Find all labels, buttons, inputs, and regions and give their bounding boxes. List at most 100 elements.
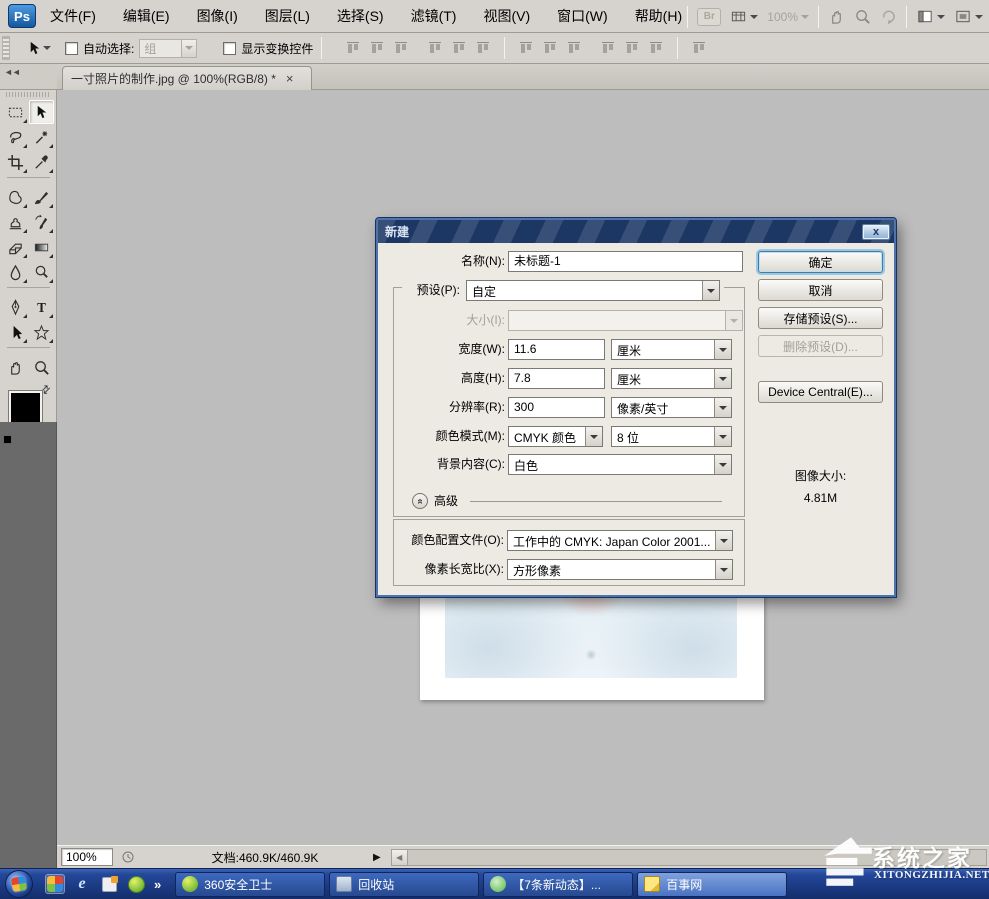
auto-select-checkbox[interactable] <box>65 42 78 55</box>
lasso-tool-button[interactable] <box>3 125 28 149</box>
resolution-unit-select[interactable]: 像素/英寸 <box>611 397 732 418</box>
task-button-7条新动态[interactable]: 【7条新动态】... <box>483 872 633 897</box>
current-tool-button[interactable] <box>26 40 51 57</box>
scroll-left-icon[interactable]: ◀ <box>392 850 408 865</box>
crop-tool-button[interactable] <box>3 150 28 174</box>
menu-select[interactable]: 选择(S) <box>337 6 384 26</box>
menu-window[interactable]: 窗口(W) <box>557 6 608 26</box>
menu-view[interactable]: 视图(V) <box>483 6 530 26</box>
rect-marquee-icon <box>7 104 24 121</box>
i360s <box>182 876 198 892</box>
align-horizontal-center-button <box>448 37 470 59</box>
menu-edit[interactable]: 编辑(E) <box>123 6 170 26</box>
bit-depth-select[interactable]: 8 位 <box>611 426 732 447</box>
name-label: 名称(N): <box>398 251 505 272</box>
height-input[interactable]: 7.8 <box>508 368 605 389</box>
workspace-button[interactable] <box>916 8 945 25</box>
pixel-aspect-select[interactable]: 方形像素 <box>507 559 733 580</box>
menu-layer[interactable]: 图层(L) <box>265 6 310 26</box>
messenger-icon[interactable] <box>99 874 119 894</box>
task-button-360安全卫士[interactable]: 360安全卫士 <box>175 872 325 897</box>
background-contents-select[interactable]: 白色 <box>508 454 732 475</box>
extras-button[interactable] <box>730 8 758 25</box>
tab-close-icon[interactable]: × <box>286 72 294 85</box>
align-right-button <box>472 37 494 59</box>
preset-select[interactable]: 自定 <box>466 280 720 301</box>
ie-icon[interactable]: e <box>72 874 92 894</box>
dialog-title: 新建 <box>385 223 862 240</box>
pen-tool-button[interactable] <box>3 295 28 319</box>
name-input[interactable]: 未标题-1 <box>508 251 743 272</box>
ok-button[interactable]: 确定 <box>758 251 883 273</box>
menu-image[interactable]: 图像(I) <box>197 6 238 26</box>
options-bar-grip[interactable] <box>2 36 10 60</box>
move-tool-button[interactable] <box>29 100 54 124</box>
divider <box>7 177 50 182</box>
menu-file[interactable]: 文件(F) <box>50 6 96 26</box>
type-tool-button[interactable]: T <box>29 295 54 319</box>
brush-tool-button[interactable] <box>29 185 54 209</box>
width-unit-select[interactable]: 厘米 <box>611 339 732 360</box>
horizontal-scrollbar[interactable]: ◀ <box>391 849 987 866</box>
rect-marquee-tool-button[interactable] <box>3 100 28 124</box>
toolbox: T ⇄ <box>0 90 57 422</box>
menu-help[interactable]: 帮助(H) <box>635 6 682 26</box>
resolution-input[interactable]: 300 <box>508 397 605 418</box>
360-desktop-icon[interactable] <box>45 874 65 894</box>
blur-tool-button[interactable] <box>3 260 28 284</box>
hand-icon[interactable] <box>828 8 845 25</box>
start-button[interactable] <box>5 870 33 898</box>
eraser-tool-button[interactable] <box>3 235 28 259</box>
color-profile-select[interactable]: 工作中的 CMYK: Japan Color 2001... <box>507 530 733 551</box>
task-button-百事网[interactable]: 百事网 <box>637 872 787 897</box>
eyedropper-tool-button[interactable] <box>29 150 54 174</box>
delete-preset-button: 删除预设(D)... <box>758 335 883 357</box>
height-unit-select[interactable]: 厘米 <box>611 368 732 389</box>
custom-shape-tool-button[interactable] <box>29 320 54 344</box>
dialog-title-bar[interactable]: 新建 x <box>378 220 894 243</box>
path-selection-tool-button[interactable] <box>3 320 28 344</box>
dodge-tool-button[interactable] <box>29 260 54 284</box>
spot-healing-tool-button[interactable] <box>3 185 28 209</box>
zoom-level-input[interactable]: 100% <box>61 848 113 866</box>
width-input[interactable]: 11.6 <box>508 339 605 360</box>
magic-wand-icon <box>33 129 50 146</box>
zoom-tool-button[interactable] <box>29 355 54 379</box>
divider <box>687 6 688 28</box>
magic-wand-tool-button[interactable] <box>29 125 54 149</box>
task-button-回收站[interactable]: 回收站 <box>329 872 479 897</box>
dialog-close-button[interactable]: x <box>862 224 890 240</box>
spot-healing-icon <box>7 189 24 206</box>
color-mode-select[interactable]: CMYK 颜色 <box>508 426 603 447</box>
save-preset-button[interactable]: 存储预设(S)... <box>758 307 883 329</box>
menu-filter[interactable]: 滤镜(T) <box>411 6 457 26</box>
lasso-icon <box>7 129 24 146</box>
screen-mode-button[interactable] <box>954 8 983 25</box>
history-brush-tool-button[interactable] <box>29 210 54 234</box>
360-circle-icon[interactable] <box>126 874 146 894</box>
document-tab[interactable]: 一寸照片的制作.jpg @ 100%(RGB/8) * × <box>62 66 312 90</box>
width-label: 宽度(W): <box>398 339 505 360</box>
zoom-level-dropdown[interactable]: 100% <box>767 10 809 24</box>
gradient-tool-button[interactable] <box>29 235 54 259</box>
toolbox-collapse-button[interactable]: ◄◄ <box>0 64 57 90</box>
cancel-button[interactable]: 取消 <box>758 279 883 301</box>
show-transform-label: 显示变换控件 <box>241 40 313 57</box>
align-bottom-button <box>390 37 412 59</box>
resolution-label: 分辨率(R): <box>398 397 505 418</box>
hand-tool-button[interactable] <box>3 355 28 379</box>
foreground-color-swatch[interactable] <box>9 391 42 424</box>
status-menu-icon[interactable] <box>119 848 137 866</box>
show-transform-checkbox[interactable] <box>223 42 236 55</box>
bridge-button[interactable]: Br <box>697 8 721 26</box>
device-central-button[interactable]: Device Central(E)... <box>758 381 883 403</box>
status-bar-arrow-button[interactable]: ▶ <box>373 852 381 863</box>
advanced-collapse-button[interactable]: » <box>412 493 428 509</box>
clone-stamp-tool-button[interactable] <box>3 210 28 234</box>
quick-launch-overflow-icon[interactable]: » <box>154 877 161 892</box>
rotate-view-icon[interactable] <box>880 8 897 25</box>
new-document-dialog: 新建 x 名称(N): 未标题-1 预设(P): 自定 大小(I): 宽度(W)… <box>376 218 896 597</box>
zoom-icon[interactable] <box>854 8 871 25</box>
toolbox-grip[interactable] <box>6 92 50 97</box>
hand-icon <box>7 359 24 376</box>
